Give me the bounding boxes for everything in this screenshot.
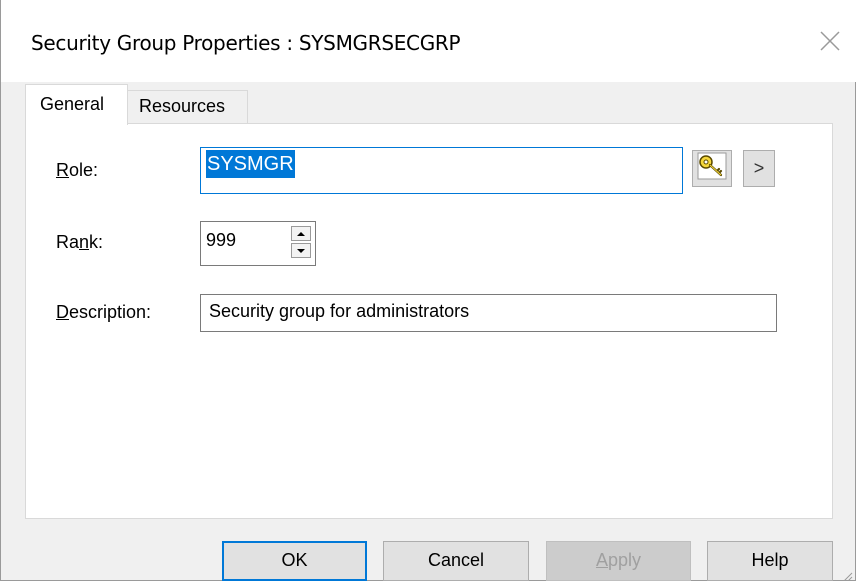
role-value: SYSMGR bbox=[206, 150, 295, 178]
tab-resources[interactable]: Resources bbox=[127, 90, 248, 124]
tab-general[interactable]: General bbox=[25, 84, 128, 125]
rank-increment-button[interactable] bbox=[291, 226, 311, 241]
rank-stepper[interactable]: 999 bbox=[200, 221, 316, 266]
role-more-button[interactable]: > bbox=[743, 150, 775, 187]
role-label: Role: bbox=[56, 160, 99, 180]
description-value: Security group for administrators bbox=[209, 301, 470, 321]
key-icon bbox=[697, 152, 727, 185]
arrow-down-icon bbox=[297, 248, 305, 253]
role-input[interactable]: SYSMGR bbox=[200, 147, 683, 194]
apply-button[interactable]: Apply bbox=[546, 541, 691, 581]
title-bar: Security Group Properties : SYSMGRSECGRP bbox=[1, 0, 856, 82]
rank-label: Rank: bbox=[56, 232, 104, 252]
help-button[interactable]: Help bbox=[707, 541, 833, 581]
rank-decrement-button[interactable] bbox=[291, 243, 311, 258]
window-title: Security Group Properties : SYSMGRSECGRP bbox=[31, 31, 461, 55]
close-icon[interactable] bbox=[815, 26, 845, 56]
resize-grip-icon[interactable] bbox=[841, 566, 853, 581]
ok-button[interactable]: OK bbox=[222, 541, 367, 581]
security-group-properties-dialog: Security Group Properties : SYSMGRSECGRP… bbox=[0, 0, 856, 581]
arrow-up-icon bbox=[297, 231, 305, 236]
rank-value: 999 bbox=[206, 230, 237, 250]
description-label: Description: bbox=[56, 302, 152, 322]
role-lookup-button[interactable] bbox=[692, 150, 732, 187]
description-field[interactable]: Security group for administrators bbox=[200, 294, 777, 332]
cancel-button[interactable]: Cancel bbox=[383, 541, 529, 581]
